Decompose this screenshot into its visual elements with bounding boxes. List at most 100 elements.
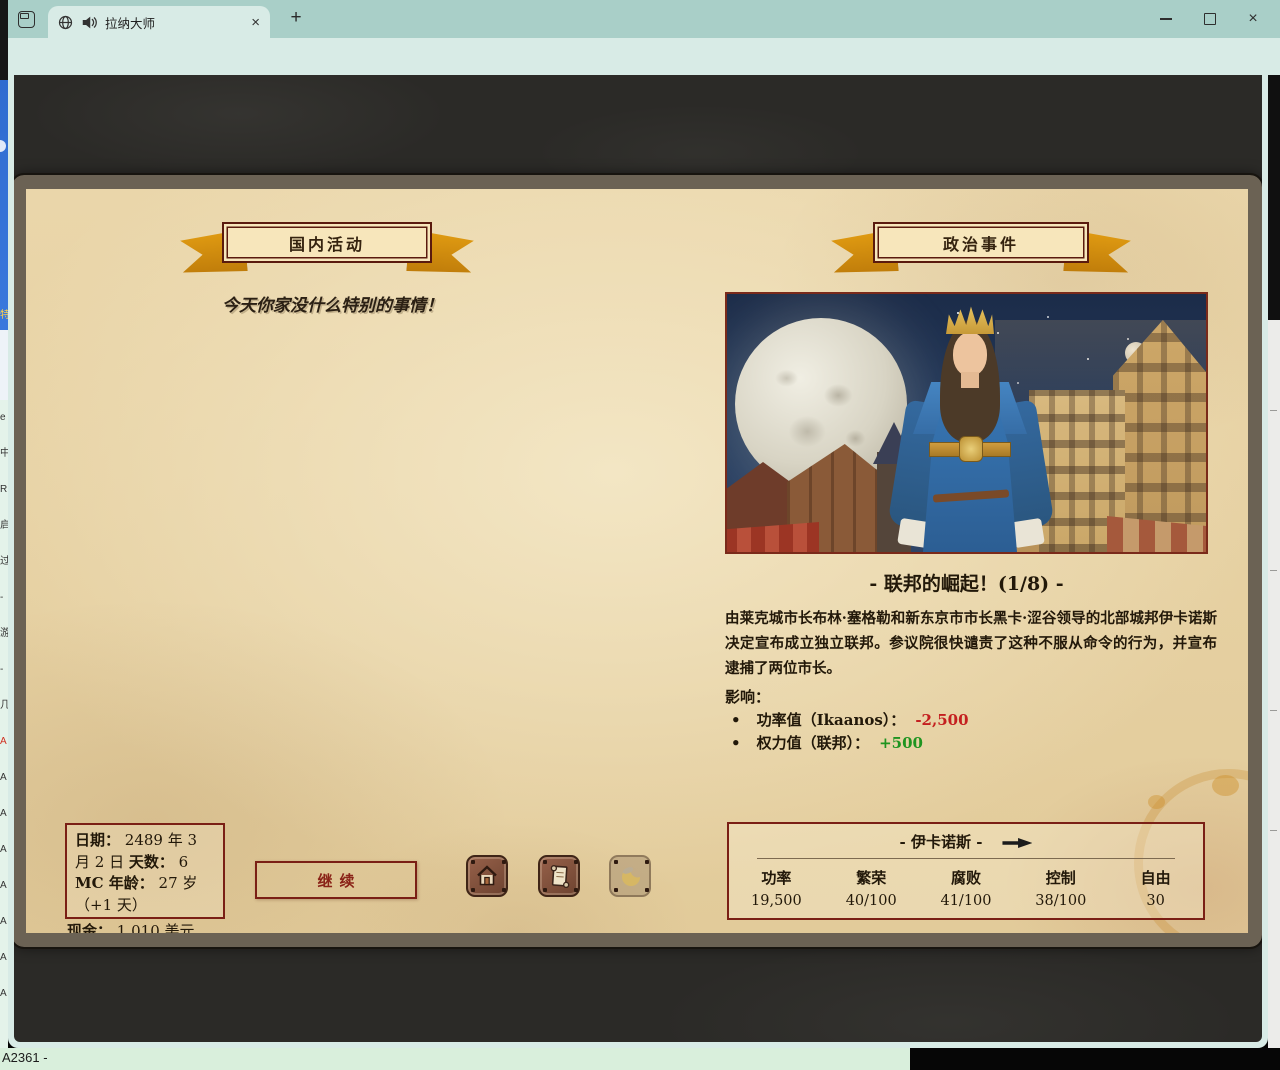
city-name: - 伊卡诺斯 - — [900, 833, 983, 851]
stats-row: 功率 19,500 繁荣 40/100 腐败 41/100 控制 — [729, 867, 1203, 909]
bg-char: 几 — [0, 688, 8, 724]
banner-political-event: 政治事件 — [831, 219, 1131, 283]
tab-actions-menu-icon[interactable] — [18, 11, 35, 28]
event-illustration — [725, 292, 1208, 554]
window-maximize-button[interactable] — [1195, 0, 1225, 38]
journal-button[interactable] — [538, 855, 580, 897]
window-minimize-button[interactable] — [1151, 0, 1181, 38]
stat-power: 功率 19,500 — [729, 867, 824, 909]
background-char: 特 — [0, 306, 8, 321]
effect-value-positive: +500 — [879, 734, 923, 752]
window-close-button[interactable]: × — [1238, 0, 1268, 38]
banner-title: 国内活动 — [222, 222, 432, 263]
effect-label: 功率值（Ikaanos）： — [757, 709, 906, 730]
cash-line: 现金： 1,010 美元 — [67, 920, 195, 933]
city-name-title: - 伊卡诺斯 - — [729, 831, 1203, 852]
background-right-strip-light — [1268, 320, 1280, 1048]
background-file-list-strip: e 中 R 启 过 - 游 - 几 A A A A A A A A — [0, 400, 8, 1048]
sleep-button — [609, 855, 651, 897]
stat-value: 41/100 — [919, 893, 1014, 909]
crown-icon — [946, 306, 994, 334]
stat-value: 38/100 — [1013, 893, 1108, 909]
bg-char: 中 — [0, 436, 8, 472]
banner-domestic-activity: 国内活动 — [180, 219, 474, 283]
bg-char: A — [0, 760, 8, 796]
stat-control: 控制 38/100 — [1013, 867, 1108, 909]
days-value: 6 — [179, 853, 189, 871]
stat-freedom: 自由 30 — [1108, 867, 1203, 909]
divider — [757, 858, 1175, 859]
bg-char: A — [0, 724, 8, 760]
next-city-arrow-icon[interactable] — [1002, 838, 1032, 848]
background-window-left-strip: 特 e 中 R 启 过 - 游 - 几 A A A A A A A A — [0, 0, 8, 1070]
event-title: - 联邦的崛起！(1/8) - — [725, 569, 1208, 596]
stat-prosperity: 繁荣 40/100 — [824, 867, 919, 909]
bg-char: - — [0, 580, 8, 616]
neck — [961, 372, 979, 388]
stain-blob — [1148, 795, 1165, 809]
tab-bar: 拉纳大师 × + × — [8, 0, 1268, 38]
continue-button[interactable]: 继续 — [255, 861, 417, 899]
effect-item: 功率值（Ikaanos）： -2,500 — [725, 709, 969, 730]
date-value: 2489 — [125, 831, 163, 849]
background-blue-segment: 特 — [0, 80, 8, 330]
bg-char: 启 — [0, 508, 8, 544]
bg-char: - — [0, 652, 8, 688]
audio-playing-icon[interactable] — [81, 15, 97, 30]
background-filename-text: A2361 - — [2, 1050, 48, 1065]
browser-tab[interactable]: 拉纳大师 × — [48, 6, 270, 38]
cash-value: 1,010 美元 — [117, 922, 195, 933]
bg-char: A — [0, 868, 8, 904]
scroll-icon — [547, 863, 572, 889]
globe-icon — [58, 15, 73, 30]
house-icon — [475, 864, 499, 888]
effect-item: 权力值（联邦）： +500 — [725, 732, 923, 753]
bg-char: 游 — [0, 616, 8, 652]
bg-char: A — [0, 904, 8, 940]
stat-label: 控制 — [1013, 867, 1108, 888]
date-info-box: 日期： 2489 年 3 月 2 日 天数： 6 MC 年龄： 27 岁（+1 … — [65, 823, 225, 919]
parchment-panel: 国内活动 今天你家没什么特别的事情！ 日期： 2489 年 3 月 2 日 天数… — [26, 189, 1248, 933]
stat-label: 腐败 — [919, 867, 1014, 888]
background-logo-fragment — [0, 140, 6, 152]
stat-value: 40/100 — [824, 893, 919, 909]
bg-char: A — [0, 832, 8, 868]
bg-char: R — [0, 472, 8, 508]
tab-close-icon[interactable]: × — [251, 15, 260, 30]
background-dark-segment — [0, 0, 8, 80]
banner-title: 政治事件 — [873, 222, 1089, 263]
stat-corruption: 腐败 41/100 — [919, 867, 1014, 909]
city-stats-box: - 伊卡诺斯 - 功率 19,500 繁荣 40/100 腐败 — [727, 822, 1205, 920]
date-label: 日期： — [75, 831, 120, 849]
stain-blob — [1212, 775, 1239, 796]
stat-value: 19,500 — [729, 893, 824, 909]
effects-label: 影响： — [725, 686, 770, 707]
stat-label: 功率 — [729, 867, 824, 888]
new-tab-button[interactable]: + — [284, 7, 308, 29]
background-right-strip-toolbar — [1268, 38, 1280, 75]
effect-label: 权力值（联邦）： — [757, 732, 870, 753]
background-right-strip-dark — [1268, 75, 1280, 320]
browser-toolbar: ← ↻ ⌂ i 文件 E:/BaiduNetdiskDownload/R18/A… — [8, 38, 1268, 75]
home-button[interactable] — [466, 855, 508, 897]
parchment-frame: 国内活动 今天你家没什么特别的事情！ 日期： 2489 年 3 月 2 日 天数… — [14, 175, 1262, 947]
bg-char: A — [0, 976, 8, 1012]
browser-window: 拉纳大师 × + × ← ↻ ⌂ i 文件 E:/BaiduNetdiskDow… — [8, 0, 1268, 1048]
moon-icon — [618, 864, 642, 888]
days-label: 天数： — [129, 853, 174, 871]
queen-face — [953, 332, 987, 376]
bg-char: A — [0, 796, 8, 832]
effect-value-negative: -2,500 — [915, 711, 968, 729]
cash-label: 现金： — [67, 922, 112, 933]
age-label: MC 年龄： — [75, 874, 154, 892]
background-right-strip-top — [1268, 0, 1280, 38]
bg-char: A — [0, 940, 8, 976]
background-window-bottom-strip: A2361 - — [0, 1048, 910, 1070]
home-event-message: 今天你家没什么特别的事情！ — [222, 291, 443, 316]
tab-title: 拉纳大师 — [105, 13, 243, 32]
stat-label: 繁荣 — [824, 867, 919, 888]
game-page: 国内活动 今天你家没什么特别的事情！ 日期： 2489 年 3 月 2 日 天数… — [14, 75, 1262, 1042]
background-black-segment — [910, 1048, 1280, 1070]
bg-char: 过 — [0, 544, 8, 580]
stars — [957, 312, 959, 314]
